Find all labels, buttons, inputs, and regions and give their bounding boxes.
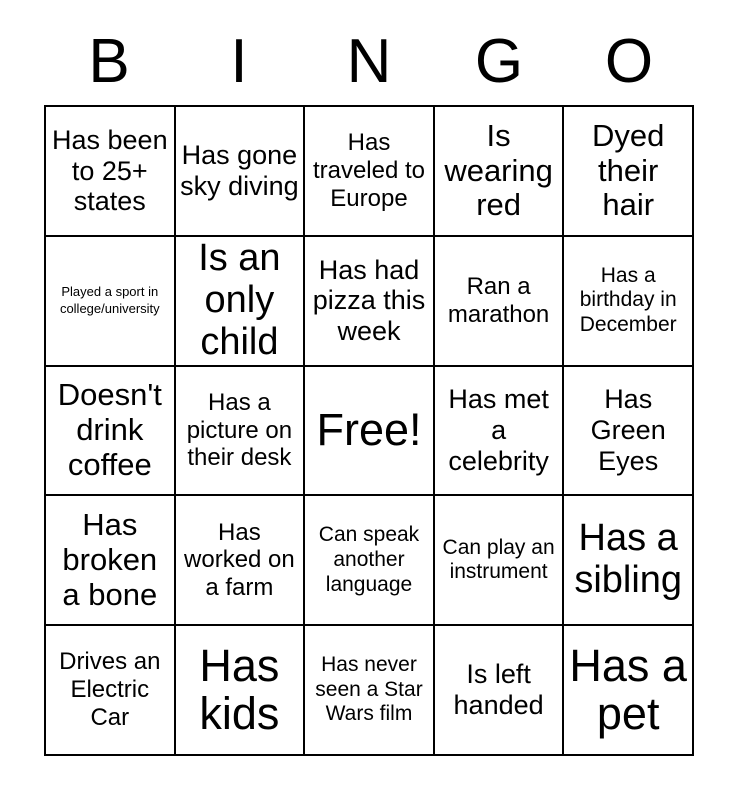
bingo-cell-label: Has Green Eyes — [590, 384, 666, 476]
header-letter-g: G — [474, 27, 524, 96]
bingo-cell-g5[interactable]: Is left handed — [434, 626, 565, 756]
bingo-cell-i2[interactable]: Is an only child — [175, 236, 306, 367]
bingo-cell-label: Has worked on a farm — [184, 518, 295, 602]
bingo-cell-o1[interactable]: Dyed their hair — [564, 107, 694, 237]
bingo-cell-label: Has been to 25+ states — [52, 124, 168, 217]
header-letter-b: B — [88, 27, 130, 96]
header-letter-o: O — [604, 27, 654, 96]
bingo-cell-label: Has a sibling — [574, 517, 683, 602]
bingo-cell-label: Doesn't drink coffee — [57, 377, 162, 482]
bingo-cell-label: Drives an Electric Car — [59, 648, 161, 731]
bingo-cell-label: Can play an instrument — [442, 535, 555, 584]
bingo-cell-label: Dyed their hair — [592, 117, 665, 223]
bingo-cell-g3[interactable]: Has met a celebrity — [434, 366, 565, 497]
bingo-cell-label: Has met a celebrity — [448, 384, 549, 476]
bingo-cell-b5[interactable]: Drives an Electric Car — [46, 626, 176, 756]
bingo-cell-g1[interactable]: Is wearing red — [434, 107, 565, 237]
bingo-cell-n5[interactable]: Has never seen a Star Wars film — [305, 626, 435, 756]
bingo-cell-i4[interactable]: Has worked on a farm — [175, 496, 306, 627]
header-letter-i: I — [230, 27, 248, 96]
bingo-cell-o3[interactable]: Has Green Eyes — [564, 366, 694, 497]
bingo-card: B I N G O Has been to 25+ states Has gon… — [0, 0, 736, 800]
bingo-cell-label: Played a sport in college/university — [59, 283, 160, 316]
bingo-cell-label: Is left handed — [453, 659, 544, 721]
bingo-cell-label: Has had pizza this week — [312, 254, 426, 347]
bingo-cell-g4[interactable]: Can play an instrument — [434, 496, 565, 627]
bingo-cell-label: Has never seen a Star Wars film — [315, 652, 423, 726]
bingo-cell-b3[interactable]: Doesn't drink coffee — [46, 366, 176, 497]
free-space-label: Free! — [316, 404, 422, 456]
bingo-cell-label: Has a pet — [569, 639, 687, 740]
bingo-cell-label: Has a picture on their desk — [186, 388, 293, 472]
bingo-cell-label: Has broken a bone — [62, 507, 158, 612]
bingo-cell-label: Has traveled to Europe — [312, 129, 426, 212]
bingo-cell-g2[interactable]: Ran a marathon — [434, 236, 565, 367]
bingo-cell-o4[interactable]: Has a sibling — [564, 496, 694, 627]
bingo-cell-b1[interactable]: Has been to 25+ states — [46, 107, 176, 237]
bingo-cell-label: Ran a marathon — [447, 272, 550, 328]
bingo-cell-o2[interactable]: Has a birthday in December — [564, 236, 694, 367]
bingo-cell-label: Has gone sky diving — [180, 140, 299, 201]
bingo-cell-i5[interactable]: Has kids — [175, 626, 306, 756]
bingo-cell-i3[interactable]: Has a picture on their desk — [175, 366, 306, 497]
bingo-cell-n2[interactable]: Has had pizza this week — [305, 236, 435, 367]
bingo-cell-n4[interactable]: Can speak another language — [305, 496, 435, 627]
bingo-cell-n1[interactable]: Has traveled to Europe — [305, 107, 435, 237]
bingo-header-row: B I N G O — [44, 22, 694, 102]
bingo-cell-label: Has kids — [199, 639, 280, 740]
bingo-grid: Has been to 25+ states Has gone sky divi… — [44, 105, 694, 756]
bingo-cell-b4[interactable]: Has broken a bone — [46, 496, 176, 627]
bingo-cell-i1[interactable]: Has gone sky diving — [175, 107, 306, 237]
bingo-cell-label: Has a birthday in December — [579, 263, 677, 337]
bingo-cell-o5[interactable]: Has a pet — [564, 626, 694, 756]
header-letter-n: N — [346, 27, 392, 96]
bingo-cell-b2[interactable]: Played a sport in college/university — [46, 236, 176, 367]
bingo-cell-free-space[interactable]: Free! — [305, 366, 435, 497]
bingo-cell-label: Can speak another language — [318, 523, 420, 596]
bingo-cell-label: Is an only child — [198, 237, 281, 363]
bingo-cell-label: Is wearing red — [444, 117, 553, 223]
